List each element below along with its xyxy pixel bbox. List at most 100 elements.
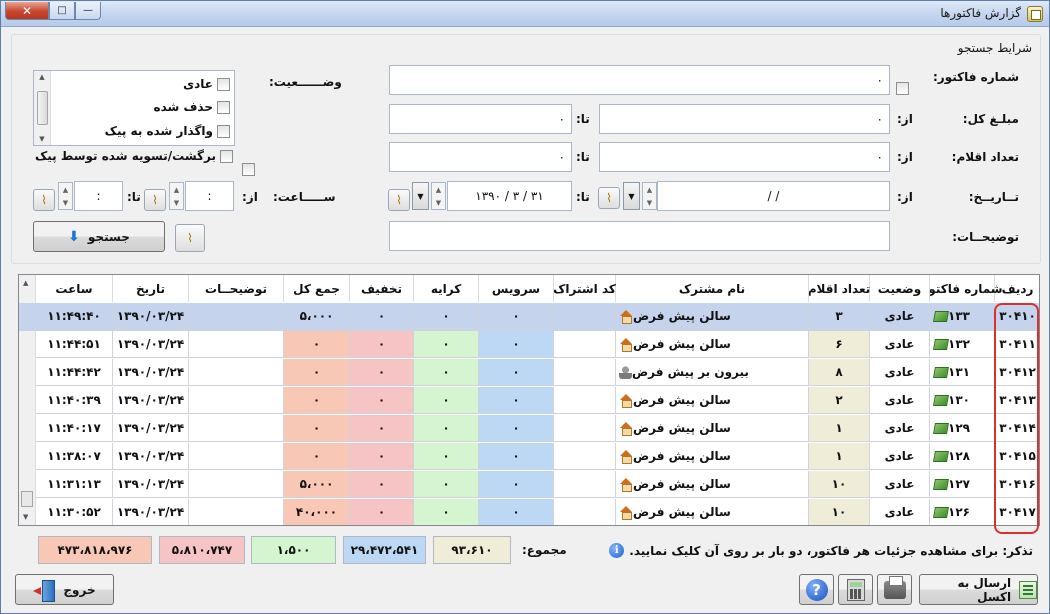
house-icon [619,393,633,408]
description-input[interactable] [389,221,890,251]
column-header-total[interactable]: جمع کل [284,275,350,302]
status-checkbox[interactable] [217,77,230,91]
table-row[interactable]: ۳۰۴۱۴ ۱۲۹ عادی ۱ سالن پیش فرض ۰ ۰ ۰ ۰ ۱۳۹۰/۰۳/۲۴ ۱… [19,415,1039,443]
calculator-button[interactable] [838,574,873,605]
table-row[interactable]: ۳۰۴۱۱ ۱۳۲ عادی ۶ سالن پیش فرض ۰ ۰ ۰ ۰ ۱۳۹۰/۰۳/۲۴ ۱… [19,331,1039,359]
column-header-fare[interactable]: کرایه [414,275,479,302]
column-header-invoice[interactable]: شماره فاکتور [921,275,1003,302]
close-button[interactable]: ✕ [5,2,49,20]
time-from-clear-button[interactable]: ⌇ [144,189,166,211]
search-button[interactable]: جستجو ⬇ [33,221,165,252]
cell-total: ۰ [284,359,350,386]
count-to-input[interactable]: ۰ [389,142,572,172]
time-to-clear-button[interactable]: ⌇ [33,189,55,211]
cell-desc [189,303,284,330]
invoice-no-checkbox[interactable] [896,82,909,95]
invoice-sheet-icon [933,338,949,350]
cell-status: عادی [870,359,930,386]
fare-sum: ۱،۵۰۰ [251,536,336,564]
table-row[interactable]: ۳۰۴۱۵ ۱۲۸ عادی ۱ سالن پیش فرض ۰ ۰ ۰ ۰ ۱۳۹۰/۰۳/۲۴ ۱… [19,443,1039,471]
table-row[interactable]: ۳۰۴۱۰ ۱۳۳ عادی ۳ سالن پیش فرض ۰ ۰ ۰ ۵،۰۰۰ ۱۳۹۰/۰۳… [19,303,1039,331]
status-option-settled-courier[interactable]: برگشت/تسویه شده توسط پیک [35,147,233,165]
column-header-items[interactable]: تعداد اقلام [808,275,870,302]
status-checklist[interactable]: ▲ ▼ عادی حذف شده واگذار شده به پیک [33,70,235,146]
maximize-button[interactable]: □ [49,2,75,20]
cell-fare: ۰ [414,499,479,525]
status-checkbox[interactable] [217,124,230,138]
column-header-date[interactable]: تاریخ [113,275,189,302]
cell-time: ۱۱:۳۸:۰۷ [36,443,113,470]
invoice-number: ۱۳۳ [948,309,970,323]
column-header-code[interactable]: کد اشتراک [553,275,616,302]
column-header-status[interactable]: وضعیت [870,275,930,302]
status-option-assigned-courier[interactable]: واگذار شده به پیک [105,122,230,140]
cell-date: ۱۳۹۰/۰۳/۲۴ [113,471,189,498]
invoice-number: ۱۲۸ [948,449,970,463]
status-option-normal[interactable]: عادی [183,75,230,93]
time-from-spinner[interactable]: ▲ ▼ [169,182,184,210]
column-header-service[interactable]: سرویس [479,275,554,302]
cell-customer: سالن پیش فرض [616,303,809,330]
time-to-spinner[interactable]: ▲ ▼ [58,182,73,210]
column-header-customer[interactable]: نام مشترک [616,275,809,302]
date-to-spinner[interactable]: ▲ ▼ [431,182,446,210]
sum-label: مجموع: [522,543,567,557]
item-count-label: تعداد اقلام: [951,150,1019,164]
invoice-no-input[interactable]: ۰ [389,65,890,95]
customer-name: سالن پیش فرض [633,393,731,407]
column-header-time[interactable]: ساعت [36,275,113,302]
status-all-checkbox[interactable] [242,163,255,176]
table-row[interactable]: ۳۰۴۱۶ ۱۲۷ عادی ۱۰ سالن پیش فرض ۰ ۰ ۰ ۵،۰۰۰ ۱۳۹۰/۰… [19,471,1039,499]
export-excel-button[interactable]: ارسال به اکسل [919,574,1038,605]
time-to-label: تا: [127,190,141,204]
cell-service: ۰ [479,331,554,358]
print-button[interactable] [877,574,912,605]
exit-button[interactable]: خروج [15,574,114,605]
count-from-input[interactable]: ۰ [599,142,890,172]
cell-invoice: ۱۲۸ [930,443,995,470]
scroll-thumb[interactable] [36,91,48,125]
date-from-spinner[interactable]: ▲ ▼ [642,182,657,210]
count-from-label: از: [897,150,913,164]
help-button[interactable]: ? [799,574,834,605]
column-header-discount[interactable]: تخفیف [350,275,414,302]
date-from-dropdown[interactable]: ▼ [623,182,640,210]
total-from-input[interactable]: ۰ [599,104,890,134]
cell-total: ۰ [284,443,350,470]
time-to-input[interactable]: : [74,181,123,211]
date-to-input[interactable]: ۱۳۹۰ / ۳ / ۳۱ [447,181,572,211]
broom-icon: ⌇ [152,193,158,207]
clear-filters-button[interactable]: ⌇ [175,224,205,252]
time-from-input[interactable]: : [185,181,234,211]
status-scrollbar[interactable]: ▲ ▼ [34,71,51,145]
cell-code [554,415,616,442]
items-sum: ۹۳،۶۱۰ [433,536,511,564]
table-row[interactable]: ۳۰۴۱۲ ۱۳۱ عادی ۸ بیرون بر پیش فرض ۰ ۰ ۰ ۰ ۱۳۹۰/۰۳… [19,359,1039,387]
date-from-input[interactable]: / / [657,181,890,211]
invoice-sheet-icon [933,506,949,518]
table-row[interactable]: ۳۰۴۱۷ ۱۲۶ عادی ۱۰ سالن پیش فرض ۰ ۰ ۰ ۴۰،۰۰۰ ۱۳۹۰/… [19,499,1039,525]
minimize-button[interactable]: — [75,2,101,20]
cell-desc [189,443,284,470]
cell-date: ۱۳۹۰/۰۳/۲۴ [113,331,189,358]
house-icon [619,337,633,352]
window-title: گزارش فاکتورها [940,6,1021,20]
title-bar[interactable]: ✕ □ — گزارش فاکتورها [1,1,1049,27]
cell-discount: ۰ [350,387,414,414]
date-from-clear-button[interactable]: ⌇ [598,187,620,209]
status-checkbox[interactable] [220,149,233,163]
column-header-desc[interactable]: توضیحــات [189,275,284,302]
table-row[interactable]: ۳۰۴۱۳ ۱۳۰ عادی ۲ سالن پیش فرض ۰ ۰ ۰ ۰ ۱۳۹۰/۰۳/۲۴ ۱… [19,387,1039,415]
cell-customer: سالن پیش فرض [616,443,809,470]
total-to-input[interactable]: ۰ [389,104,572,134]
status-checkbox[interactable] [217,100,230,114]
cell-customer: بیرون بر پیش فرض [616,359,809,386]
date-to-dropdown[interactable]: ▼ [412,182,429,210]
invoice-grid[interactable]: ▲ ▼ ردیف شماره فاکتور وضعیت تعداد اقلام نام … [18,274,1040,526]
cell-status: عادی [870,387,930,414]
status-option-deleted[interactable]: حذف شده [153,98,230,116]
cell-desc [189,387,284,414]
cell-discount: ۰ [350,499,414,525]
cell-items: ۱۰ [809,499,870,525]
date-to-clear-button[interactable]: ⌇ [388,189,410,211]
